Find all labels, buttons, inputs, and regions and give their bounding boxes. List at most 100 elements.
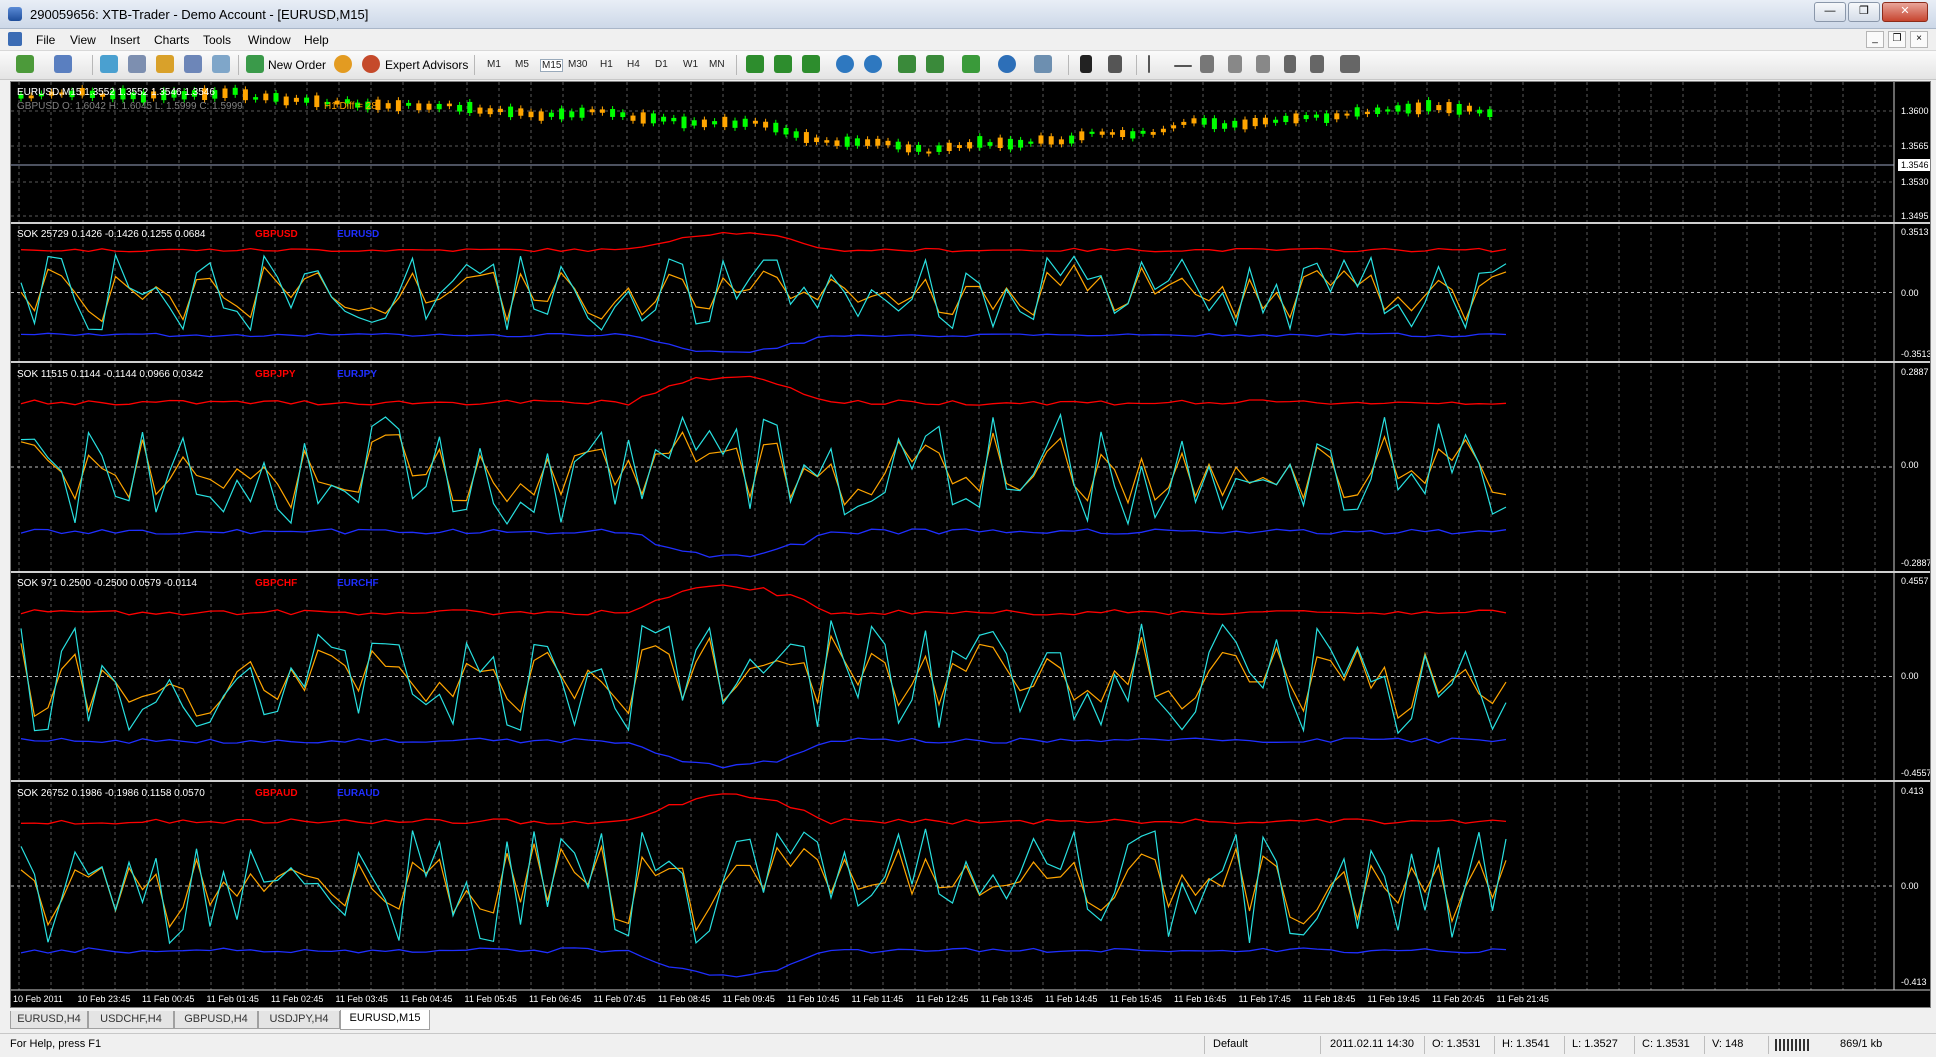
candle-body xyxy=(793,131,799,138)
chart-canvas[interactable]: EURUSD,M15 1.3552 1.3552 1.3546 1.3546 G… xyxy=(11,82,1930,1007)
candle-body xyxy=(222,88,228,98)
trendline-icon[interactable] xyxy=(1200,55,1214,73)
cursor-icon[interactable] xyxy=(1080,55,1092,73)
terminal-icon[interactable] xyxy=(184,55,202,73)
candle-body xyxy=(1395,105,1401,112)
chart-shift-icon[interactable] xyxy=(926,55,944,73)
horizontal-line-icon[interactable] xyxy=(1174,65,1192,67)
tab-eurusd-h4[interactable]: EURUSD,H4 xyxy=(10,1011,88,1029)
timeframe-h1[interactable]: H1 xyxy=(600,59,613,70)
menu-file[interactable]: File xyxy=(36,33,55,47)
expert-advisors-icon[interactable] xyxy=(362,55,380,73)
crosshair-icon[interactable] xyxy=(1108,55,1122,73)
maximize-button[interactable]: ❐ xyxy=(1848,2,1880,22)
panel-2-mid: 0.00 xyxy=(1901,460,1919,470)
candle-body xyxy=(1344,113,1350,116)
new-order-button[interactable]: New Order xyxy=(268,58,326,72)
candle-body xyxy=(773,122,779,133)
status-bar: For Help, press F1 Default 2011.02.11 14… xyxy=(0,1033,1936,1057)
arrows-icon[interactable] xyxy=(1340,55,1360,73)
menu-view[interactable]: View xyxy=(70,33,96,47)
candle-body xyxy=(854,138,860,146)
new-chart-icon[interactable] xyxy=(16,55,34,73)
timeframe-m30[interactable]: M30 xyxy=(568,59,587,70)
menu-tools[interactable]: Tools xyxy=(203,33,231,47)
profiles-icon[interactable] xyxy=(54,55,72,73)
periods-icon[interactable] xyxy=(998,55,1016,73)
mdi-minimize-button[interactable]: _ xyxy=(1866,31,1884,48)
timeframe-h4[interactable]: H4 xyxy=(627,59,640,70)
candle-body xyxy=(1130,131,1136,139)
candle-body xyxy=(1018,139,1024,148)
mdi-restore-button[interactable]: ❐ xyxy=(1888,31,1906,48)
lower-band-line xyxy=(20,332,1507,353)
new-order-icon[interactable] xyxy=(246,55,264,73)
menu-window[interactable]: Window xyxy=(248,33,291,47)
vertical-line-icon[interactable] xyxy=(1148,55,1150,73)
templates-icon[interactable] xyxy=(1034,55,1052,73)
candle-body xyxy=(1415,102,1421,115)
mdi-close-button[interactable]: × xyxy=(1910,31,1928,48)
current-price-label: 1.3546 xyxy=(1901,160,1929,170)
metaeditor-icon[interactable] xyxy=(334,55,352,73)
fibonacci-icon[interactable] xyxy=(1256,55,1270,73)
candle-body xyxy=(650,113,656,124)
candle-body xyxy=(620,112,626,118)
candlestick-icon[interactable] xyxy=(774,55,792,73)
candle-body xyxy=(497,108,503,113)
bar-chart-icon[interactable] xyxy=(746,55,764,73)
text-icon[interactable] xyxy=(1284,55,1296,73)
candle-body xyxy=(1456,103,1462,115)
candle-body xyxy=(691,120,697,126)
candle-body xyxy=(1089,131,1095,134)
candle-body xyxy=(559,108,565,120)
timeframe-w1[interactable]: W1 xyxy=(683,59,698,70)
upper-band-line xyxy=(20,231,1507,253)
candle-body xyxy=(824,140,830,143)
data-window-icon[interactable] xyxy=(128,55,146,73)
menu-help[interactable]: Help xyxy=(304,33,329,47)
tab-usdchf-h4[interactable]: USDCHF,H4 xyxy=(88,1011,174,1029)
candle-body xyxy=(406,102,412,106)
status-open: O: 1.3531 xyxy=(1432,1038,1481,1050)
menu-charts[interactable]: Charts xyxy=(154,33,189,47)
market-watch-icon[interactable] xyxy=(100,55,118,73)
zoom-in-icon[interactable] xyxy=(836,55,854,73)
navigator-icon[interactable] xyxy=(156,55,174,73)
expert-advisors-button[interactable]: Expert Advisors xyxy=(385,58,468,72)
time-label: 11 Feb 02:45 xyxy=(271,994,323,1004)
equidistant-channel-icon[interactable] xyxy=(1228,55,1242,73)
text-label-icon[interactable] xyxy=(1310,55,1324,73)
strategy-tester-icon[interactable] xyxy=(212,55,230,73)
timeframe-d1[interactable]: D1 xyxy=(655,59,668,70)
chart-window-icon[interactable] xyxy=(8,32,22,46)
tab-gbpusd-h4[interactable]: GBPUSD,H4 xyxy=(174,1011,258,1029)
panel-3-bottom: -0.4557 xyxy=(1901,768,1930,778)
timeframe-m15[interactable]: M15 xyxy=(540,59,564,72)
menu-insert[interactable]: Insert xyxy=(110,33,140,47)
timeframe-m1[interactable]: M1 xyxy=(487,59,501,70)
candle-body xyxy=(987,142,993,146)
status-profile: Default xyxy=(1213,1038,1248,1050)
time-label: 11 Feb 10:45 xyxy=(787,994,839,1004)
panel-3-top: 0.4557 xyxy=(1901,576,1929,586)
candle-body xyxy=(803,132,809,143)
timeframe-m5[interactable]: M5 xyxy=(515,59,529,70)
candle-body xyxy=(1375,107,1381,114)
tab-usdjpy-h4[interactable]: USDJPY,H4 xyxy=(258,1011,340,1029)
time-label: 11 Feb 09:45 xyxy=(723,994,775,1004)
timeframe-mn[interactable]: MN xyxy=(709,59,725,70)
zoom-out-icon[interactable] xyxy=(864,55,882,73)
auto-scroll-icon[interactable] xyxy=(898,55,916,73)
chart-window[interactable]: EURUSD,M15 1.3552 1.3552 1.3546 1.3546 G… xyxy=(10,81,1931,1008)
minimize-button[interactable]: — xyxy=(1814,2,1846,22)
panel-1-info: SOK 25729 0.1426 -0.1426 0.1255 0.0684 xyxy=(17,229,206,240)
indicators-icon[interactable] xyxy=(962,55,980,73)
candle-body xyxy=(977,136,983,148)
line-chart-icon[interactable] xyxy=(802,55,820,73)
tab-eurusd-m15[interactable]: EURUSD,M15 xyxy=(340,1010,430,1030)
lower-band-line xyxy=(20,737,1507,769)
price-level-2: 1.3565 xyxy=(1901,141,1929,151)
close-button[interactable]: ✕ xyxy=(1882,2,1928,22)
candle-body xyxy=(1293,113,1299,124)
